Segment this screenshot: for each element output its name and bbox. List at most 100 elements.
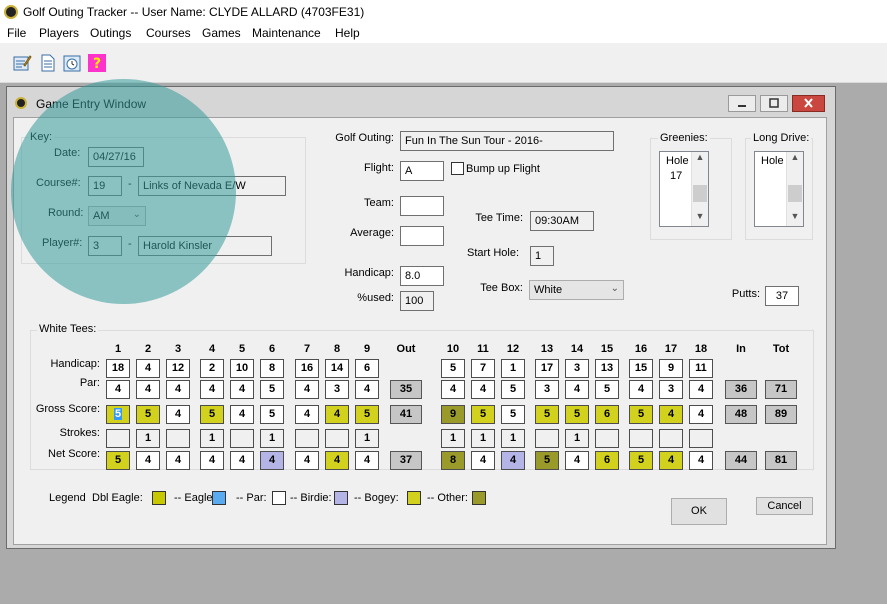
- gross-score-cell[interactable]: 9: [441, 405, 465, 424]
- gross-score-cell[interactable]: 4: [230, 405, 254, 424]
- gross-score-cell[interactable]: 5: [535, 405, 559, 424]
- hole-number-header: 5: [238, 343, 246, 355]
- ok-button[interactable]: OK: [671, 498, 727, 525]
- course-label: Course#:: [36, 177, 81, 189]
- tee-time-field[interactable]: 09:30AM: [530, 211, 594, 231]
- start-hole-field[interactable]: 1: [530, 246, 554, 266]
- gross-score-cell[interactable]: 4: [166, 405, 190, 424]
- tee-box-select[interactable]: White ⌄: [529, 280, 624, 300]
- player-number-field[interactable]: 3: [88, 236, 122, 256]
- greenies-item[interactable]: 17: [670, 170, 682, 182]
- minimize-button[interactable]: [728, 95, 756, 112]
- putts-field[interactable]: 37: [765, 286, 799, 306]
- scroll-up-icon[interactable]: ▲: [787, 152, 803, 167]
- handicap-cell: 18: [106, 359, 130, 378]
- legend-swatch: [472, 491, 486, 505]
- legend-label: Dbl Eagle:: [92, 492, 143, 504]
- legend-label: -- Eagle:: [174, 492, 216, 504]
- course-name-field[interactable]: Links of Nevada E/W: [138, 176, 286, 196]
- net-out-total: 37: [390, 451, 422, 470]
- bump-up-flight-checkbox[interactable]: [451, 162, 464, 175]
- scroll-down-icon[interactable]: ▼: [692, 211, 708, 226]
- handicap-cell: 11: [689, 359, 713, 378]
- bump-up-flight-label: Bump up Flight: [466, 163, 540, 175]
- list-edit-icon[interactable]: [11, 52, 32, 74]
- gross-score-cell[interactable]: 4: [295, 405, 319, 424]
- menu-courses[interactable]: Courses: [146, 26, 191, 40]
- strokes-cell: 1: [136, 429, 160, 448]
- net-score-cell: 4: [501, 451, 525, 470]
- player-name-field[interactable]: Harold Kinsler: [138, 236, 272, 256]
- percent-used-field[interactable]: 100: [400, 291, 434, 311]
- toolbar: ?: [0, 43, 887, 83]
- start-hole-label: Start Hole:: [467, 247, 519, 259]
- scroll-thumb[interactable]: [693, 185, 707, 202]
- legend-swatch: [152, 491, 166, 505]
- gross-score-cell[interactable]: 4: [325, 405, 349, 424]
- maximize-button[interactable]: [760, 95, 788, 112]
- par-cell: 3: [535, 380, 559, 399]
- net-score-cell: 4: [136, 451, 160, 470]
- gross-in-total: 48: [725, 405, 757, 424]
- tee-box-value: White: [534, 284, 563, 296]
- gross-score-cell[interactable]: 4: [689, 405, 713, 424]
- net-score-cell: 6: [595, 451, 619, 470]
- scroll-up-icon[interactable]: ▲: [692, 152, 708, 167]
- hole-number-header: 4: [208, 343, 216, 355]
- gross-score-cell[interactable]: 5: [106, 405, 130, 424]
- hole-number-header: 10: [446, 343, 460, 355]
- menu-outings[interactable]: Outings: [90, 26, 131, 40]
- par-in-total: 36: [725, 380, 757, 399]
- gross-score-cell[interactable]: 5: [136, 405, 160, 424]
- par-cell: 4: [689, 380, 713, 399]
- course-number-field[interactable]: 19: [88, 176, 122, 196]
- net-score-cell: 4: [325, 451, 349, 470]
- out-header: Out: [396, 343, 416, 355]
- date-field[interactable]: 04/27/16: [88, 147, 144, 167]
- greenies-scrollbar[interactable]: ▲ ▼: [691, 152, 708, 226]
- document-icon[interactable]: [37, 52, 57, 74]
- legend-label: -- Birdie:: [290, 492, 332, 504]
- gross-score-cell[interactable]: 5: [200, 405, 224, 424]
- menu-games[interactable]: Games: [202, 26, 241, 40]
- round-select[interactable]: AM ⌄: [88, 206, 146, 226]
- golf-outing-field[interactable]: Fun In The Sun Tour - 2016-: [400, 131, 614, 151]
- handicap-field[interactable]: 8.0: [400, 266, 444, 286]
- app-title-bar: Golf Outing Tracker -- User Name: CLYDE …: [0, 0, 887, 24]
- in-header: In: [736, 343, 746, 355]
- flight-field[interactable]: A: [400, 161, 444, 181]
- par-cell: 4: [471, 380, 495, 399]
- team-field[interactable]: [400, 196, 444, 216]
- scroll-thumb[interactable]: [788, 185, 802, 202]
- menu-file[interactable]: File: [7, 26, 26, 40]
- close-button[interactable]: [792, 95, 825, 112]
- gross-score-cell[interactable]: 5: [260, 405, 284, 424]
- greenies-listbox[interactable]: Hole 17 ▲ ▼: [659, 151, 709, 227]
- net-in-total: 44: [725, 451, 757, 470]
- greenies-caption: Greenies:: [658, 132, 710, 144]
- average-field[interactable]: [400, 226, 444, 246]
- gross-score-cell[interactable]: 5: [565, 405, 589, 424]
- help-icon[interactable]: ?: [86, 52, 106, 74]
- menu-help[interactable]: Help: [335, 26, 360, 40]
- gross-score-cell[interactable]: 6: [595, 405, 619, 424]
- long-drive-scrollbar[interactable]: ▲ ▼: [786, 152, 803, 226]
- menu-players[interactable]: Players: [39, 26, 79, 40]
- par-out-total: 35: [390, 380, 422, 399]
- gross-score-cell[interactable]: 5: [629, 405, 653, 424]
- gross-score-cell[interactable]: 5: [355, 405, 379, 424]
- net-score-cell: 4: [689, 451, 713, 470]
- menu-maintenance[interactable]: Maintenance: [252, 26, 321, 40]
- strokes-cell: [535, 429, 559, 448]
- handicap-cell: 8: [260, 359, 284, 378]
- percent-used-label: %used:: [357, 292, 394, 304]
- long-drive-listbox[interactable]: Hole ▲ ▼: [754, 151, 804, 227]
- gross-score-cell[interactable]: 5: [471, 405, 495, 424]
- gross-out-total: 41: [390, 405, 422, 424]
- scroll-down-icon[interactable]: ▼: [787, 211, 803, 226]
- cancel-button[interactable]: Cancel: [756, 497, 813, 515]
- gross-score-cell[interactable]: 4: [659, 405, 683, 424]
- clock-icon[interactable]: [61, 52, 81, 74]
- gross-score-cell[interactable]: 5: [501, 405, 525, 424]
- handicap-cell: 13: [595, 359, 619, 378]
